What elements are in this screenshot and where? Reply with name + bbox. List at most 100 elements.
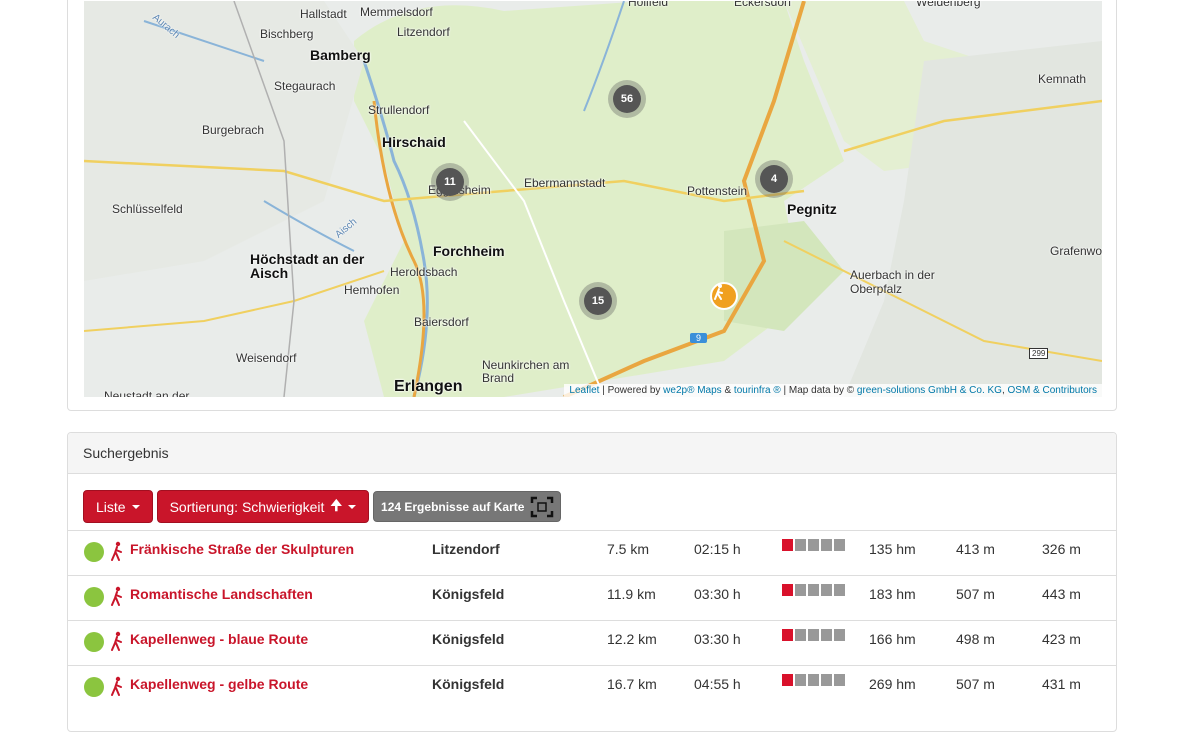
cluster-marker[interactable]: 15 bbox=[579, 282, 617, 320]
difficulty-square bbox=[782, 629, 793, 641]
map-label-eckersdorf: Eckersdorf bbox=[734, 1, 792, 9]
distance-value: 7.5 km bbox=[607, 541, 650, 557]
difficulty-meter bbox=[782, 539, 845, 551]
max-altitude-value: 507 m bbox=[956, 586, 995, 602]
difficulty-square bbox=[834, 629, 845, 641]
map-label-neunkirchen: Neunkirchen am Brand bbox=[482, 358, 570, 385]
ascent-value: 269 hm bbox=[869, 676, 916, 692]
table-row[interactable]: Kapellenweg - gelbe Route Königsfeld 16.… bbox=[68, 665, 1116, 710]
difficulty-square bbox=[782, 674, 793, 686]
max-altitude-value: 413 m bbox=[956, 541, 995, 557]
map-label-schluesselfeld: Schlüsselfeld bbox=[112, 202, 183, 216]
map-label-burgebrach: Burgebrach bbox=[202, 123, 265, 137]
map-label-grafenwoehr: Grafenwo bbox=[1050, 244, 1102, 258]
map-label-hoechstadt: Höchstadt an der Aisch bbox=[250, 251, 365, 281]
difficulty-square bbox=[821, 539, 832, 551]
map-label-ebermannstadt: Ebermannstadt bbox=[524, 176, 606, 190]
results-list: Fränkische Straße der Skulpturen Litzend… bbox=[68, 530, 1116, 710]
green-solutions-link[interactable]: green-solutions GmbH & Co. KG bbox=[857, 385, 1002, 396]
ascent-value: 135 hm bbox=[869, 541, 916, 557]
caret-down-icon bbox=[131, 504, 140, 509]
difficulty-square bbox=[795, 674, 806, 686]
map-label-hollfeld: Hollfeld bbox=[628, 1, 669, 9]
status-dot-icon bbox=[84, 677, 104, 697]
map-label-baiersdorf: Baiersdorf bbox=[414, 315, 469, 329]
max-altitude-value: 507 m bbox=[956, 676, 995, 692]
route-name-link[interactable]: Kapellenweg - blaue Route bbox=[130, 631, 308, 647]
difficulty-square bbox=[782, 539, 793, 551]
route-name-link[interactable]: Kapellenweg - gelbe Route bbox=[130, 676, 308, 692]
min-altitude-value: 443 m bbox=[1042, 586, 1081, 602]
status-dot-icon bbox=[84, 587, 104, 607]
route-name-link[interactable]: Fränkische Straße der Skulpturen bbox=[130, 541, 354, 557]
difficulty-square bbox=[821, 584, 832, 596]
map-label-kemnath: Kemnath bbox=[1038, 72, 1087, 86]
route-name-link[interactable]: Romantische Landschaften bbox=[130, 586, 313, 602]
place-name: Litzendorf bbox=[432, 541, 500, 557]
place-name: Königsfeld bbox=[432, 676, 505, 692]
difficulty-meter bbox=[782, 629, 845, 641]
map-panel: Hallstadt Memmelsdorf Bischberg Bamberg … bbox=[67, 0, 1117, 411]
sort-dropdown[interactable]: Sortierung: Schwierigkeit 🠉 bbox=[156, 490, 370, 523]
map-attribution: Leaflet | Powered by we2p® Maps & tourin… bbox=[564, 384, 1102, 397]
map-label-weidenberg: Weidenberg bbox=[916, 1, 981, 9]
results-heading: Suchergebnis bbox=[68, 433, 1116, 474]
map-label-auerbach: Auerbach in der Oberpfalz bbox=[850, 268, 935, 296]
hiking-icon bbox=[111, 586, 122, 606]
map-label-stegaurach: Stegaurach bbox=[274, 79, 336, 93]
difficulty-square bbox=[808, 629, 819, 641]
map-label-pegnitz: Pegnitz bbox=[787, 201, 837, 217]
hiker-map-marker[interactable] bbox=[710, 282, 738, 310]
leaflet-link[interactable]: Leaflet bbox=[569, 385, 599, 396]
map-label-bamberg: Bamberg bbox=[310, 47, 371, 63]
show-on-map-button[interactable]: 124 Ergebnisse auf Karte bbox=[373, 491, 562, 522]
cluster-marker[interactable]: 11 bbox=[431, 163, 469, 201]
difficulty-square bbox=[795, 584, 806, 596]
difficulty-square bbox=[834, 674, 845, 686]
distance-value: 11.9 km bbox=[607, 586, 656, 602]
list-view-dropdown[interactable]: Liste bbox=[83, 490, 153, 523]
hiker-icon bbox=[714, 284, 723, 300]
caret-down-icon bbox=[348, 504, 357, 509]
table-row[interactable]: Romantische Landschaften Königsfeld 11.9… bbox=[68, 575, 1116, 620]
distance-value: 16.7 km bbox=[607, 676, 657, 692]
map-label-hirschaid: Hirschaid bbox=[382, 134, 446, 150]
road-badge: 299 bbox=[1029, 348, 1049, 359]
map-label-pottenstein: Pottenstein bbox=[687, 184, 748, 198]
map-label-neustadt: Neustadt an der bbox=[104, 389, 190, 397]
map-label-erlangen: Erlangen bbox=[394, 378, 463, 395]
results-panel: Suchergebnis Liste Sortierung: Schwierig… bbox=[67, 432, 1117, 732]
table-row[interactable]: Kapellenweg - blaue Route Königsfeld 12.… bbox=[68, 620, 1116, 665]
duration-value: 04:55 h bbox=[694, 676, 741, 692]
difficulty-square bbox=[821, 629, 832, 641]
difficulty-square bbox=[821, 674, 832, 686]
map-label-memmelsdorf: Memmelsdorf bbox=[360, 5, 433, 19]
difficulty-square bbox=[782, 584, 793, 596]
we2p-link[interactable]: we2p® Maps bbox=[663, 385, 722, 396]
distance-value: 12.2 km bbox=[607, 631, 657, 647]
road-badge: 9 bbox=[690, 333, 708, 343]
min-altitude-value: 326 m bbox=[1042, 541, 1081, 557]
map-label-hallstadt: Hallstadt bbox=[300, 7, 347, 21]
min-altitude-value: 431 m bbox=[1042, 676, 1081, 692]
map-label-bischberg: Bischberg bbox=[260, 27, 314, 41]
cluster-marker[interactable]: 56 bbox=[608, 80, 646, 118]
duration-value: 03:30 h bbox=[694, 586, 741, 602]
difficulty-square bbox=[808, 674, 819, 686]
difficulty-square bbox=[808, 584, 819, 596]
table-row[interactable]: Fränkische Straße der Skulpturen Litzend… bbox=[68, 530, 1116, 575]
duration-value: 03:30 h bbox=[694, 631, 741, 647]
difficulty-meter bbox=[782, 584, 845, 596]
tourinfra-link[interactable]: tourinfra ® bbox=[734, 385, 781, 396]
arrow-up-icon: 🠉 bbox=[330, 496, 343, 513]
map-label-strullendorf: Strullendorf bbox=[368, 103, 430, 117]
difficulty-square bbox=[795, 539, 806, 551]
map-view[interactable]: Hallstadt Memmelsdorf Bischberg Bamberg … bbox=[84, 1, 1102, 397]
place-name: Königsfeld bbox=[432, 631, 505, 647]
cluster-marker[interactable]: 4 bbox=[755, 160, 793, 198]
ascent-value: 166 hm bbox=[869, 631, 916, 647]
fullscreen-icon bbox=[531, 496, 554, 517]
difficulty-square bbox=[808, 539, 819, 551]
osm-link[interactable]: OSM & Contributors bbox=[1008, 385, 1097, 396]
hiking-icon bbox=[111, 631, 122, 651]
